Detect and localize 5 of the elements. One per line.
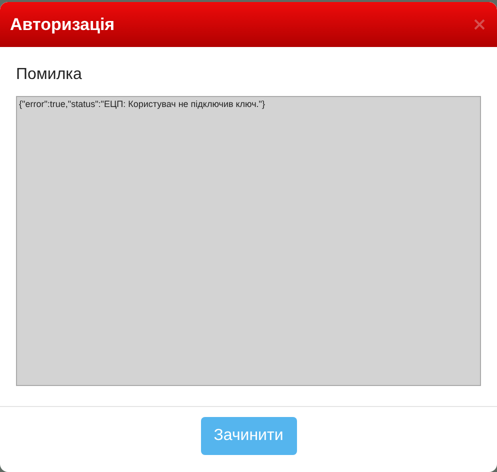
close-icon[interactable] — [474, 19, 485, 30]
error-heading: Помилка — [16, 66, 83, 84]
error-message-box: {"error":true,"status":"ЕЦП: Користувач не підключив ключ."} — [16, 96, 481, 386]
dialog-title: Авторизація — [10, 14, 115, 34]
close-button[interactable]: Зачинити — [200, 417, 296, 455]
